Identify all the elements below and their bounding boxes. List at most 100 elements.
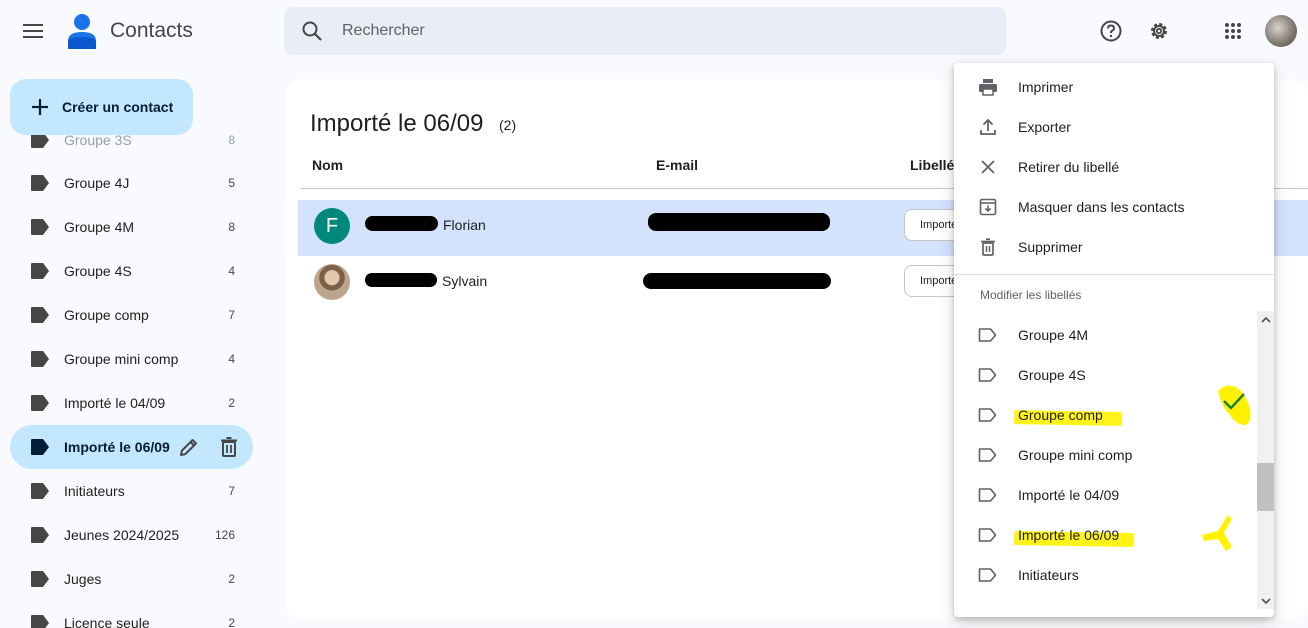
plus-icon — [32, 99, 48, 115]
label-outline-icon — [978, 568, 997, 582]
create-contact-label: Créer un contact — [62, 99, 174, 115]
apps-button[interactable] — [1213, 11, 1253, 51]
sidebar-item-count: 2 — [228, 616, 235, 628]
label-option-groupe-mini-comp[interactable]: Groupe mini comp — [954, 435, 1256, 475]
scrollbar-thumb[interactable] — [1257, 463, 1274, 511]
scroll-down-button[interactable] — [1257, 593, 1274, 609]
sidebar-item-count: 126 — [214, 528, 235, 542]
redacted-email — [643, 273, 831, 289]
scrollbar-track[interactable] — [1257, 311, 1274, 609]
print-icon — [979, 79, 997, 96]
column-header-email[interactable]: E-mail — [656, 157, 698, 173]
sidebar-item-juges[interactable]: Juges 2 — [10, 557, 253, 601]
menu-item-hide-contacts[interactable]: Masquer dans les contacts — [954, 187, 1274, 227]
redacted-last-name — [365, 273, 437, 287]
contact-count: (2) — [499, 117, 517, 133]
menu-item-label: Masquer dans les contacts — [1018, 199, 1185, 215]
menu-item-export[interactable]: Exporter — [954, 107, 1274, 147]
label-outline-icon — [978, 408, 997, 422]
app-header: Contacts — [0, 0, 1308, 62]
chevron-up-icon — [1260, 316, 1271, 323]
label-option-text: Importé le 06/09 — [1018, 527, 1120, 543]
label-option-groupe-4s[interactable]: Groupe 4S — [954, 355, 1256, 395]
scroll-up-button[interactable] — [1257, 311, 1274, 327]
sidebar-item-label: Groupe 4S — [64, 263, 132, 279]
label-option-groupe-comp[interactable]: Groupe comp — [954, 385, 1256, 435]
sidebar-item-label: Groupe mini comp — [64, 351, 179, 367]
redacted-last-name — [365, 216, 438, 231]
sidebar-item-groupe-3s[interactable]: Groupe 3S 8 — [10, 135, 253, 162]
edit-pencil-icon[interactable] — [177, 435, 201, 459]
sidebar-item-jeunes[interactable]: Jeunes 2024/2025 126 — [10, 513, 253, 557]
menu-item-delete[interactable]: Supprimer — [954, 227, 1274, 267]
menu-section-label: Modifier les libellés — [980, 288, 1082, 302]
settings-button[interactable] — [1139, 11, 1179, 51]
sidebar-item-groupe-4j[interactable]: Groupe 4J 5 — [10, 161, 253, 205]
sidebar-item-importe-0409[interactable]: Importé le 04/09 2 — [10, 381, 253, 425]
label-icon — [31, 439, 49, 455]
main-menu-button[interactable] — [14, 11, 54, 51]
sidebar-item-label: Groupe comp — [64, 307, 149, 323]
label-icon — [31, 307, 49, 323]
label-outline-icon — [978, 328, 997, 342]
label-option-text: Importé le 04/09 — [1018, 487, 1120, 503]
menu-item-print[interactable]: Imprimer — [954, 67, 1274, 107]
create-contact-button[interactable]: Créer un contact — [10, 79, 193, 135]
sidebar-item-label: Importé le 06/09 — [64, 439, 170, 455]
label-option-groupe-4m[interactable]: Groupe 4M — [954, 315, 1256, 355]
close-icon — [981, 160, 995, 174]
label-outline-icon — [978, 368, 997, 382]
chevron-down-icon — [1260, 597, 1271, 604]
sidebar-item-count: 2 — [228, 396, 235, 410]
sidebar-item-groupe-4m[interactable]: Groupe 4M 8 — [10, 205, 253, 249]
sidebar-item-label: Importé le 04/09 — [64, 395, 166, 411]
search-input[interactable] — [342, 7, 982, 55]
menu-item-label: Supprimer — [1018, 239, 1083, 255]
trash-icon[interactable] — [217, 435, 241, 459]
sidebar-item-initiateurs[interactable]: Initiateurs 7 — [10, 469, 253, 513]
sidebar-item-label: Groupe 4J — [64, 175, 130, 191]
label-option-importe-0409[interactable]: Importé le 04/09 — [954, 475, 1256, 515]
menu-item-label: Retirer du libellé — [1018, 159, 1120, 175]
sidebar-item-label: Groupe 3S — [64, 135, 132, 148]
sidebar-item-groupe-4s[interactable]: Groupe 4S 4 — [10, 249, 253, 293]
label-icon — [31, 135, 49, 148]
label-option-importe-0609[interactable]: Importé le 06/09 — [954, 515, 1256, 555]
label-icon — [31, 175, 49, 191]
sidebar-item-licence-seule[interactable]: Licence seule 2 — [10, 601, 253, 628]
contact-avatar — [314, 264, 350, 300]
help-button[interactable] — [1091, 11, 1131, 51]
label-icon — [31, 483, 49, 499]
sidebar-item-count: 4 — [228, 352, 235, 366]
sidebar-item-groupe-comp[interactable]: Groupe comp 7 — [10, 293, 253, 337]
sidebar-item-count: 8 — [228, 220, 235, 234]
archive-icon — [979, 198, 997, 216]
label-option-initiateurs[interactable]: Initiateurs — [954, 555, 1256, 595]
search-icon[interactable] — [300, 19, 324, 43]
column-header-name[interactable]: Nom — [312, 157, 343, 173]
page-title: Importé le 06/09 — [310, 110, 484, 137]
sidebar-item-groupe-mini-comp[interactable]: Groupe mini comp 4 — [10, 337, 253, 381]
sidebar-item-count: 8 — [228, 135, 235, 147]
search-bar[interactable] — [284, 7, 1006, 55]
apps-grid-icon — [1225, 23, 1241, 39]
contact-name: Florian — [443, 217, 486, 233]
label-option-text: Initiateurs — [1018, 567, 1079, 583]
label-icon — [31, 571, 49, 587]
check-icon — [1218, 385, 1251, 425]
menu-divider — [954, 274, 1274, 275]
export-icon — [980, 118, 996, 135]
label-option-text: Groupe 4S — [1018, 367, 1086, 383]
sidebar-item-importe-0609[interactable]: Importé le 06/09 — [10, 425, 253, 469]
sidebar-item-label: Groupe 4M — [64, 219, 135, 235]
help-icon — [1100, 20, 1122, 42]
trash-icon — [981, 238, 995, 256]
label-icon — [31, 263, 49, 279]
menu-item-remove-label[interactable]: Retirer du libellé — [954, 147, 1274, 187]
account-avatar[interactable] — [1265, 15, 1297, 47]
sidebar-item-label: Juges — [64, 571, 102, 587]
label-icon — [31, 615, 49, 628]
sidebar-item-count: 7 — [228, 308, 235, 322]
label-outline-icon — [978, 488, 997, 502]
label-icon — [31, 351, 49, 367]
